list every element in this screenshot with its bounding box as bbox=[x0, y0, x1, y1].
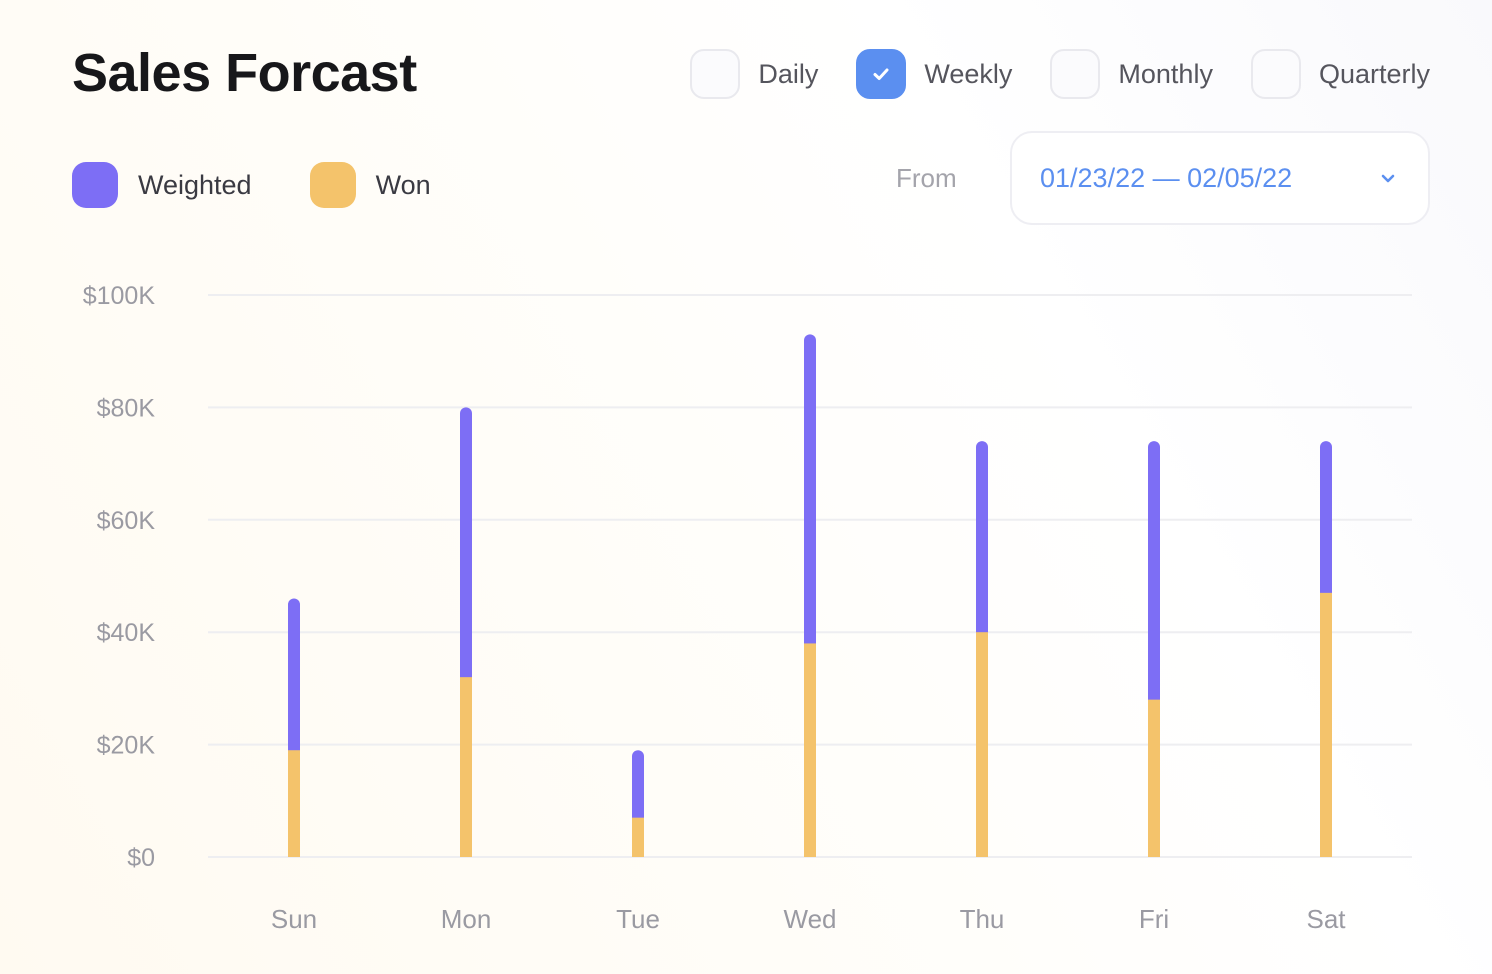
bar-weighted bbox=[1148, 441, 1160, 706]
y-tick-label: $80K bbox=[97, 394, 156, 422]
bar-won bbox=[288, 750, 300, 857]
bar-weighted bbox=[288, 598, 300, 757]
bar-won bbox=[632, 817, 644, 857]
x-tick-label: Sun bbox=[271, 904, 317, 934]
x-tick-label: Fri bbox=[1139, 904, 1169, 934]
bar-weighted bbox=[1320, 441, 1332, 599]
x-tick-label: Tue bbox=[616, 904, 660, 934]
bar-won bbox=[1148, 699, 1160, 857]
sales-forecast-card: Sales Forcast Daily Weekly Monthly Quart… bbox=[0, 0, 1492, 974]
bar-won bbox=[460, 677, 472, 857]
bar-weighted bbox=[804, 334, 816, 650]
bar-won bbox=[976, 632, 988, 857]
x-tick-label: Thu bbox=[960, 904, 1005, 934]
x-tick-label: Mon bbox=[441, 904, 492, 934]
bar-weighted bbox=[632, 750, 644, 824]
x-tick-label: Sat bbox=[1306, 904, 1346, 934]
bar-won bbox=[1320, 592, 1332, 857]
bar-weighted bbox=[460, 407, 472, 684]
bar-won bbox=[804, 643, 816, 857]
y-tick-label: $40K bbox=[97, 619, 156, 647]
x-tick-label: Wed bbox=[784, 904, 837, 934]
bar-weighted bbox=[976, 441, 988, 639]
y-tick-label: $100K bbox=[83, 282, 156, 310]
y-tick-label: $0 bbox=[127, 844, 155, 872]
sales-bar-chart: $0 $20K $40K $60K $80K $100K Sun Mon Tue Wed Thu Fr… bbox=[83, 282, 1412, 934]
y-tick-label: $60K bbox=[97, 507, 156, 535]
y-tick-label: $20K bbox=[97, 732, 156, 760]
